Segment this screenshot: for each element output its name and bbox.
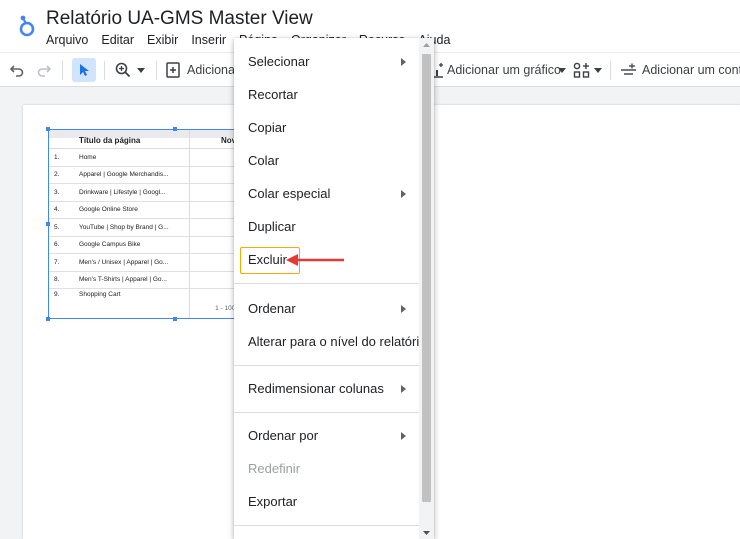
menu-divider [234, 412, 420, 413]
table-row[interactable]: 2. Apparel | Google Merchandis... [49, 167, 247, 184]
table-row[interactable]: 1. Home [49, 149, 247, 167]
table-row[interactable]: 4. Google Online Store [49, 202, 247, 219]
submenu-arrow-icon [401, 190, 406, 198]
context-menu: Selecionar Recortar Copiar Colar Colar e… [234, 38, 434, 539]
logo-icon[interactable] [17, 14, 37, 38]
chevron-down-icon[interactable] [137, 68, 145, 73]
scroll-up-icon[interactable] [423, 43, 430, 47]
add-page-button[interactable]: Adicionar [187, 53, 239, 87]
submenu-arrow-icon [401, 305, 406, 313]
menu-item-resize-columns[interactable]: Redimensionar colunas [234, 372, 420, 405]
select-tool-button[interactable] [72, 58, 96, 82]
table-row[interactable]: 3. Drinkware | Lifestyle | Googl... [49, 184, 247, 202]
toolbar-divider [156, 61, 157, 80]
add-control-icon[interactable] [620, 63, 637, 77]
scrollbar-thumb[interactable] [422, 54, 431, 502]
menu-view[interactable]: Exibir [147, 33, 178, 47]
scroll-down-icon[interactable] [423, 531, 430, 535]
zoom-icon[interactable] [115, 62, 131, 78]
table-row[interactable]: 7. Men's / Unisex | Apparel | Go... [49, 254, 247, 272]
menu-divider [234, 365, 420, 366]
column-header-page-title[interactable]: Título da página [79, 136, 189, 145]
menu-item-paste-special[interactable]: Colar especial [234, 177, 420, 210]
menu-file[interactable]: Arquivo [46, 33, 88, 47]
add-page-icon[interactable] [166, 62, 181, 78]
menu-item-cut[interactable]: Recortar [234, 78, 420, 111]
report-title[interactable]: Relatório UA-GMS Master View [46, 8, 313, 30]
table-row[interactable]: 6. Google Campus Bike [49, 237, 247, 254]
menu-scrollbar[interactable] [419, 38, 434, 539]
resize-handle[interactable] [46, 222, 50, 226]
menu-item-export[interactable]: Exportar [234, 485, 420, 518]
toolbar-divider [104, 61, 105, 80]
add-component-icon[interactable] [573, 62, 591, 79]
submenu-arrow-icon [401, 385, 406, 393]
menu-item-duplicate[interactable]: Duplicar [234, 210, 420, 243]
chevron-down-icon[interactable] [594, 68, 602, 73]
resize-handle[interactable] [173, 127, 177, 131]
menu-item-paste[interactable]: Colar [234, 144, 420, 177]
undo-icon[interactable] [10, 63, 24, 77]
submenu-arrow-icon [401, 432, 406, 440]
menu-divider [234, 283, 420, 284]
menu-item-reset: Redefinir [248, 461, 301, 476]
chevron-down-icon[interactable] [558, 68, 566, 73]
menu-item-copy[interactable]: Copiar [234, 111, 420, 144]
menu-divider [234, 525, 420, 526]
submenu-arrow-icon [401, 58, 406, 66]
annotation-arrow-icon [286, 254, 344, 266]
menu-item-arrange[interactable]: Ordenar [234, 292, 420, 325]
resize-handle[interactable] [46, 317, 50, 321]
table-header[interactable]: Título da página Nov [49, 133, 247, 149]
redo-icon[interactable] [37, 63, 51, 77]
table-row[interactable]: 9. Shopping Cart [49, 289, 247, 299]
add-control-button[interactable]: Adicionar um contr [642, 53, 740, 87]
menu-item-report-level[interactable]: Alterar para o nível do relatório [234, 325, 426, 358]
menu-item-select[interactable]: Selecionar [234, 45, 420, 78]
add-chart-button[interactable]: Adicionar um gráfico [447, 53, 561, 87]
menu-item-sort-by[interactable]: Ordenar por [234, 419, 420, 452]
table-row[interactable]: 8. Men's T-Shirts | Apparel | Go... [49, 272, 247, 289]
table-row[interactable]: 5. YouTube | Shop by Brand | G... [49, 219, 247, 237]
cursor-icon [80, 64, 89, 76]
resize-handle[interactable] [173, 317, 177, 321]
toolbar-divider [610, 61, 611, 80]
menu-insert[interactable]: Inserir [191, 33, 226, 47]
toolbar-divider [62, 61, 63, 80]
resize-handle[interactable] [46, 127, 50, 131]
menu-edit[interactable]: Editar [101, 33, 134, 47]
table-chart[interactable]: Título da página Nov 1. Home 2. Apparel | … [48, 129, 248, 319]
